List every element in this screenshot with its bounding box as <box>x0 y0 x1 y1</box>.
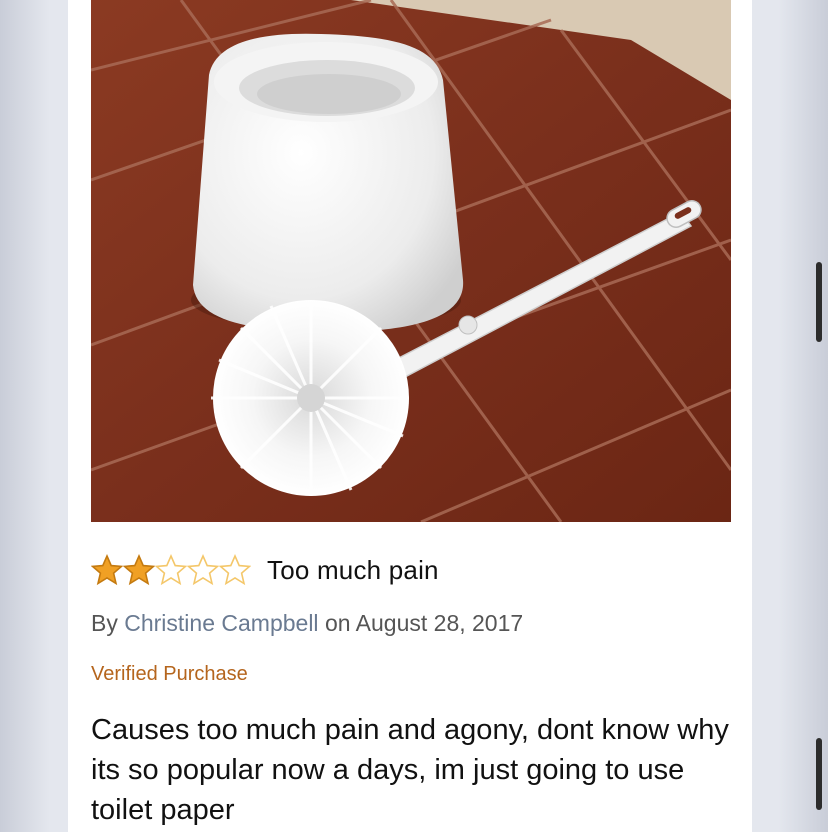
on-label: on <box>324 610 351 636</box>
review-body: Causes too much pain and agony, dont kno… <box>91 714 729 826</box>
star-outline-icon <box>219 554 251 586</box>
star-outline-icon <box>155 554 187 586</box>
star-filled-icon <box>91 554 123 586</box>
by-label: By <box>91 610 118 636</box>
review-byline: By Christine Campbell on August 28, 2017 <box>91 610 741 637</box>
star-outline-icon <box>187 554 219 586</box>
review-title[interactable]: Too much pain <box>267 555 439 586</box>
author-link[interactable]: Christine Campbell <box>124 610 318 636</box>
verified-purchase-badge: Verified Purchase <box>91 663 248 685</box>
star-rating <box>91 554 251 586</box>
star-filled-icon <box>123 554 155 586</box>
review-date: August 28, 2017 <box>355 610 524 636</box>
review: Too much pain By Christine Campbell on A… <box>91 548 741 830</box>
scrollbar-thumb-lower[interactable] <box>816 738 822 810</box>
scrollbar-thumb-upper[interactable] <box>816 262 822 342</box>
product-image <box>91 0 731 522</box>
rating-row: Too much pain <box>91 548 741 592</box>
